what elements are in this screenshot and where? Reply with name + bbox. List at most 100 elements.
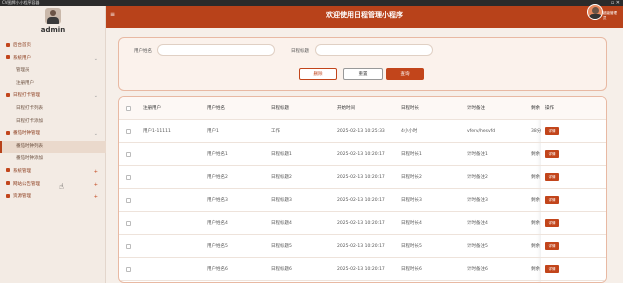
table-cell: 计时备注5 bbox=[467, 244, 488, 249]
expand-plus-icon: + bbox=[93, 181, 98, 188]
column-header: 日程标题 bbox=[271, 106, 289, 111]
sidebar-item-label: 日程打卡添加 bbox=[16, 118, 43, 124]
row-checkbox[interactable] bbox=[126, 221, 131, 226]
table-cell: 工作 bbox=[271, 129, 280, 134]
sidebar: admin 后台首页系统用户 ⌄ 管理员注册用户日程打卡管理 ⌄ 日程打卡列表日程打卡添… bbox=[0, 6, 106, 283]
detail-button[interactable]: 详情 bbox=[545, 242, 559, 250]
detail-button[interactable]: 详情 bbox=[545, 150, 559, 158]
row-checkbox[interactable] bbox=[126, 244, 131, 249]
detail-button[interactable]: 详情 bbox=[545, 127, 559, 135]
sidebar-item[interactable]: 系统管理 + bbox=[0, 166, 106, 179]
menu-icon bbox=[6, 92, 10, 97]
table-cell: 剩余 bbox=[531, 244, 540, 249]
menu-icon bbox=[6, 42, 10, 47]
table-cell: 日程标题6 bbox=[271, 267, 292, 272]
sidebar-item-label: 管理员 bbox=[16, 68, 30, 74]
detail-button[interactable]: 详情 bbox=[545, 196, 559, 204]
table-cell: 2025-02-13 10:20:17 bbox=[337, 244, 385, 249]
menu-icon bbox=[6, 55, 10, 60]
table-row[interactable]: 用户姓名3 日程标题3 2025-02-13 10:20:17 日程时长3 计时备注3 剩… bbox=[119, 189, 606, 212]
sidebar-item[interactable]: 系统用户 ⌄ bbox=[0, 53, 106, 66]
table-cell: 用户1 bbox=[207, 129, 219, 134]
query-button[interactable]: 查询 bbox=[386, 68, 424, 80]
menu-icon bbox=[6, 130, 10, 135]
table-row[interactable]: 用户姓名4 日程标题4 2025-02-13 10:20:17 日程时长4 计时备注4 剩… bbox=[119, 212, 606, 235]
table-cell: 日程时长3 bbox=[401, 198, 422, 203]
column-header: 用户姓名 bbox=[207, 106, 225, 111]
table-cell: 用户姓名1 bbox=[207, 152, 228, 157]
sidebar-item[interactable]: 后台首页 bbox=[0, 40, 106, 53]
top-header: ≡ 欢迎使用日程管理小程序 超级管理员 bbox=[106, 4, 623, 28]
table-cell: 4小小时 bbox=[401, 129, 418, 134]
table-cell: 计时备注1 bbox=[467, 152, 488, 157]
sidebar-item[interactable]: 日程打卡添加 bbox=[0, 116, 106, 129]
sidebar-item[interactable]: 番茄时钟添加 bbox=[0, 153, 106, 166]
sidebar-item[interactable]: 日程打卡管理 ⌄ bbox=[0, 90, 106, 103]
data-table: 注册用户 用户姓名 日程标题 开始时间 日程时长 计时备注 剩余 操作 用户1-11111 用户… bbox=[118, 96, 607, 283]
sidebar-item[interactable]: 网站公告管理 + bbox=[0, 179, 106, 192]
table-cell: 计时备注4 bbox=[467, 221, 488, 226]
detail-button[interactable]: 详情 bbox=[545, 219, 559, 227]
detail-button[interactable]: 详情 bbox=[545, 173, 559, 181]
row-checkbox[interactable] bbox=[126, 175, 131, 180]
column-header: 日程时长 bbox=[401, 106, 419, 111]
sidebar-username: admin bbox=[40, 26, 66, 34]
delete-button[interactable]: 删除 bbox=[299, 68, 337, 80]
app-window: CV图牌小小程序容器 ▫ ✕ admin 后台首页 系统用户 ⌄ 管理员 注册用户 日程打… bbox=[0, 0, 623, 283]
user-name-input[interactable] bbox=[157, 44, 275, 56]
header-avatar[interactable] bbox=[587, 4, 603, 20]
chevron-down-icon: ⌄ bbox=[93, 55, 98, 62]
sidebar-item[interactable]: 番茄时钟列表 bbox=[0, 140, 106, 154]
sidebar-item[interactable]: 管理员 bbox=[0, 65, 106, 78]
chevron-down-icon: ⌄ bbox=[93, 93, 98, 100]
table-row[interactable]: 用户姓名2 日程标题2 2025-02-13 10:20:17 日程时长2 计时备注2 剩… bbox=[119, 166, 606, 189]
menu-icon bbox=[6, 193, 10, 198]
expand-plus-icon: + bbox=[93, 194, 98, 201]
table-cell: 用户1-11111 bbox=[143, 129, 171, 134]
table-cell: 剩余 bbox=[531, 175, 540, 180]
page-title: 欢迎使用日程管理小程序 bbox=[326, 11, 403, 19]
table-cell: 用户姓名2 bbox=[207, 175, 228, 180]
column-header: 注册用户 bbox=[143, 106, 161, 111]
menu-icon bbox=[6, 181, 10, 186]
table-cell: 日程标题3 bbox=[271, 198, 292, 203]
table-cell: 剩余 bbox=[531, 198, 540, 203]
sidebar-item-label: 网站公告管理 bbox=[13, 181, 40, 187]
sidebar-item[interactable]: 番茄时钟管理 ⌄ bbox=[0, 128, 106, 141]
table-cell: 2025-02-13 10:25:33 bbox=[337, 129, 385, 134]
table-row[interactable]: 用户姓名1 日程标题1 2025-02-13 10:20:17 日程时长1 计时备注1 剩… bbox=[119, 143, 606, 166]
row-checkbox[interactable] bbox=[126, 198, 131, 203]
sidebar-item-label: 注册用户 bbox=[16, 80, 34, 86]
sidebar-item[interactable]: 资源管理 + bbox=[0, 191, 106, 204]
header-username[interactable]: 超级管理员 bbox=[603, 11, 617, 21]
sidebar-item[interactable]: 日程打卡列表 bbox=[0, 103, 106, 116]
sidebar-item-label: 番茄时钟管理 bbox=[13, 131, 40, 137]
table-cell: 日程时长5 bbox=[401, 244, 422, 249]
table-cell: 2025-02-13 10:20:17 bbox=[337, 175, 385, 180]
reset-button[interactable]: 重置 bbox=[343, 68, 383, 80]
row-checkbox[interactable] bbox=[126, 129, 131, 134]
schedule-title-input[interactable] bbox=[315, 44, 433, 56]
chevron-down-icon: ⌄ bbox=[93, 131, 98, 138]
table-cell: 2025-02-13 10:20:17 bbox=[337, 267, 385, 272]
row-checkbox[interactable] bbox=[126, 152, 131, 157]
table-row[interactable]: 用户姓名5 日程标题5 2025-02-13 10:20:17 日程时长5 计时备注5 剩… bbox=[119, 235, 606, 258]
table-cell: 日程标题5 bbox=[271, 244, 292, 249]
table-cell: 日程标题1 bbox=[271, 152, 292, 157]
user-name-label: 用户姓名 bbox=[134, 49, 152, 54]
sidebar-item-label: 日程打卡管理 bbox=[13, 93, 40, 99]
sidebar-item[interactable]: 注册用户 bbox=[0, 78, 106, 91]
table-cell: 2025-02-13 10:20:17 bbox=[337, 152, 385, 157]
user-menu[interactable]: 超级管理员 bbox=[587, 4, 617, 24]
table-cell: 用户姓名6 bbox=[207, 267, 228, 272]
table-row[interactable]: 用户1-11111 用户1 工作 2025-02-13 10:25:33 4小小时 vfe… bbox=[119, 120, 606, 143]
select-all-checkbox[interactable] bbox=[126, 106, 131, 111]
row-checkbox[interactable] bbox=[126, 267, 131, 272]
detail-button[interactable]: 详情 bbox=[545, 265, 559, 273]
table-cell: 日程标题2 bbox=[271, 175, 292, 180]
sidebar-item-label: 后台首页 bbox=[13, 43, 31, 48]
table-row[interactable]: 用户姓名6 日程标题6 2025-02-13 10:20:17 日程时长6 计时备注6 剩… bbox=[119, 258, 606, 281]
table-cell: 日程标题4 bbox=[271, 221, 292, 226]
table-cell: 日程时长2 bbox=[401, 175, 422, 180]
table-header: 注册用户 用户姓名 日程标题 开始时间 日程时长 计时备注 剩余 操作 bbox=[119, 97, 606, 120]
